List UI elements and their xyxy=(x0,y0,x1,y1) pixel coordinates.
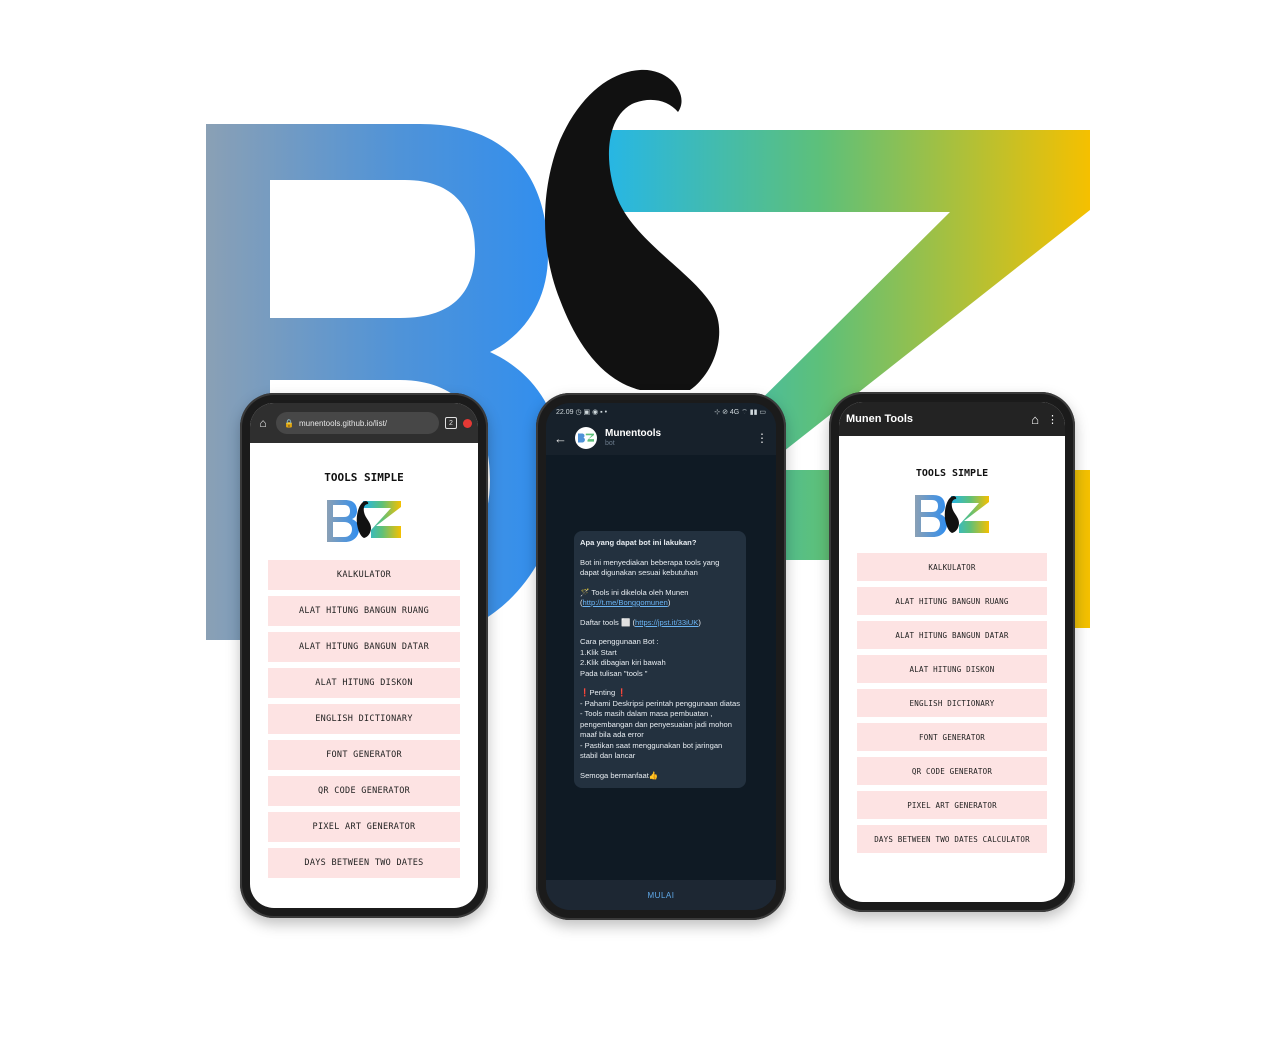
status-bar: 22.09 ◷ ▣ ◉ ▪ • ⊹ ⊘ 4G ⌔ ▮▮ ▭ xyxy=(546,403,776,421)
avatar[interactable] xyxy=(575,427,597,449)
menu-item-bangun-datar[interactable]: ALAT HITUNG BANGUN DATAR xyxy=(857,621,1047,649)
message-managed: 🪄 Tools ini dikelola oleh Munen (http://… xyxy=(580,587,689,608)
menu-item-kalkulator[interactable]: KALKULATOR xyxy=(857,553,1047,581)
menu-item-days-between-dates[interactable]: DAYS BETWEEN TWO DATES CALCULATOR xyxy=(857,825,1047,853)
menu-item-pixel-art-generator[interactable]: PIXEL ART GENERATOR xyxy=(268,812,460,842)
message-intro: Bot ini menyediakan beberapa tools yang … xyxy=(580,557,720,578)
menu-item-days-between-dates[interactable]: DAYS BETWEEN TWO DATES xyxy=(268,848,460,878)
tools-menu: KALKULATOR ALAT HITUNG BANGUN RUANG ALAT… xyxy=(250,560,478,878)
tools-menu: KALKULATOR ALAT HITUNG BANGUN RUANG ALAT… xyxy=(839,553,1065,853)
record-indicator-icon xyxy=(463,418,472,428)
home-icon[interactable]: ⌂ xyxy=(256,416,270,430)
message-important: ❗Penting ❗ - Pahami Deskripsi perintah p… xyxy=(580,688,740,762)
menu-item-bangun-ruang[interactable]: ALAT HITUNG BANGUN RUANG xyxy=(857,587,1047,615)
brand-logo xyxy=(915,495,989,537)
start-button[interactable]: MULAI xyxy=(546,880,776,910)
browser-toolbar: ⌂ 🔒 munentools.github.io/list/ 2 xyxy=(250,403,478,443)
usage-line: 1.Klik Start xyxy=(580,647,617,657)
chat-name: Munentools xyxy=(605,428,662,439)
menu-item-bangun-ruang[interactable]: ALAT HITUNG BANGUN RUANG xyxy=(268,596,460,626)
tab-count-button[interactable]: 2 xyxy=(445,417,457,429)
message-tools-list: Daftar tools ⬜ (https://jpst.it/33iUK) xyxy=(580,617,701,627)
brand-logo-avatar xyxy=(578,433,594,443)
menu-item-bangun-datar[interactable]: ALAT HITUNG BANGUN DATAR xyxy=(268,632,460,662)
status-time: 22.09 xyxy=(556,409,574,416)
usage-line: Pada tulisan "tools " xyxy=(580,668,648,678)
usage-line: 2.Klik dibagian kiri bawah xyxy=(580,658,666,667)
page-title: TOOLS SIMPLE xyxy=(915,468,989,479)
app-bar: Munen Tools ⌂ ⋮ xyxy=(839,402,1065,436)
brand-logo xyxy=(327,500,401,542)
menu-item-qr-code-generator[interactable]: QR CODE GENERATOR xyxy=(857,757,1047,785)
phone-browser: ⌂ 🔒 munentools.github.io/list/ 2 TOOLS S… xyxy=(240,393,488,918)
home-icon[interactable]: ⌂ xyxy=(1031,412,1039,427)
menu-item-font-generator[interactable]: FONT GENERATOR xyxy=(268,740,460,770)
menu-item-diskon[interactable]: ALAT HITUNG DISKON xyxy=(857,655,1047,683)
menu-item-kalkulator[interactable]: KALKULATOR xyxy=(268,560,460,590)
tools-list-link[interactable]: https://jpst.it/33iUK xyxy=(635,618,698,627)
chat-title-block[interactable]: Munentools bot xyxy=(605,428,661,448)
managed-text: 🪄 Tools ini dikelola oleh Munen xyxy=(580,587,689,597)
menu-item-english-dictionary[interactable]: ENGLISH DICTIONARY xyxy=(268,704,460,734)
chat-subtitle: bot xyxy=(605,440,615,447)
page-title: TOOLS SIMPLE xyxy=(324,471,404,484)
tools-list-label: Daftar tools ⬜ xyxy=(580,617,631,627)
address-bar[interactable]: 🔒 munentools.github.io/list/ xyxy=(276,412,439,434)
phone-app: Munen Tools ⌂ ⋮ TOOLS SIMPLE KALKULATOR … xyxy=(829,392,1075,912)
menu-item-diskon[interactable]: ALAT HITUNG DISKON xyxy=(268,668,460,698)
browser-screen: ⌂ 🔒 munentools.github.io/list/ 2 TOOLS S… xyxy=(250,403,478,908)
managed-link[interactable]: http://t.me/Bonggomunen xyxy=(583,598,668,607)
bot-description-message: Apa yang dapat bot ini lakukan? Bot ini … xyxy=(574,531,746,788)
status-system-icons: ⊹ ⊘ 4G ⌔ ▮▮ ▭ xyxy=(714,408,766,416)
more-vert-icon[interactable]: ⋮ xyxy=(756,431,768,445)
menu-item-pixel-art-generator[interactable]: PIXEL ART GENERATOR xyxy=(857,791,1047,819)
chat-area: Apa yang dapat bot ini lakukan? Bot ini … xyxy=(546,455,776,880)
message-closing: Semoga bermanfaat👍 xyxy=(580,770,659,780)
app-screen: Munen Tools ⌂ ⋮ TOOLS SIMPLE KALKULATOR … xyxy=(839,402,1065,902)
menu-item-qr-code-generator[interactable]: QR CODE GENERATOR xyxy=(268,776,460,806)
back-arrow-icon[interactable]: ← xyxy=(554,431,567,446)
message-usage: Cara penggunaan Bot : 1.Klik Start 2.Kli… xyxy=(580,637,740,679)
important-line: - Pahami Deskripsi perintah penggunaan d… xyxy=(580,698,740,708)
url-text: munentools.github.io/list/ xyxy=(298,418,388,428)
menu-item-english-dictionary[interactable]: ENGLISH DICTIONARY xyxy=(857,689,1047,717)
message-title: Apa yang dapat bot ini lakukan? xyxy=(580,538,697,547)
status-time-group: 22.09 ◷ ▣ ◉ ▪ • xyxy=(556,408,607,416)
lock-icon: 🔒 xyxy=(284,418,294,428)
app-title: Munen Tools xyxy=(846,413,914,425)
status-notification-icons: ◷ ▣ ◉ ▪ • xyxy=(575,409,608,416)
more-vert-icon[interactable]: ⋮ xyxy=(1047,413,1058,426)
important-line: - Tools masih dalam masa pembuatan , pen… xyxy=(580,709,732,739)
important-title: ❗Penting ❗ xyxy=(580,688,627,697)
menu-item-font-generator[interactable]: FONT GENERATOR xyxy=(857,723,1047,751)
usage-line: Cara penggunaan Bot : xyxy=(580,637,659,646)
phone-telegram: 22.09 ◷ ▣ ◉ ▪ • ⊹ ⊘ 4G ⌔ ▮▮ ▭ ← Munentoo… xyxy=(536,393,786,920)
chat-header: ← Munentools bot ⋮ xyxy=(546,421,776,455)
important-line: - Pastikan saat menggunakan bot jaringan… xyxy=(580,740,723,761)
telegram-screen: 22.09 ◷ ▣ ◉ ▪ • ⊹ ⊘ 4G ⌔ ▮▮ ▭ ← Munentoo… xyxy=(546,403,776,910)
